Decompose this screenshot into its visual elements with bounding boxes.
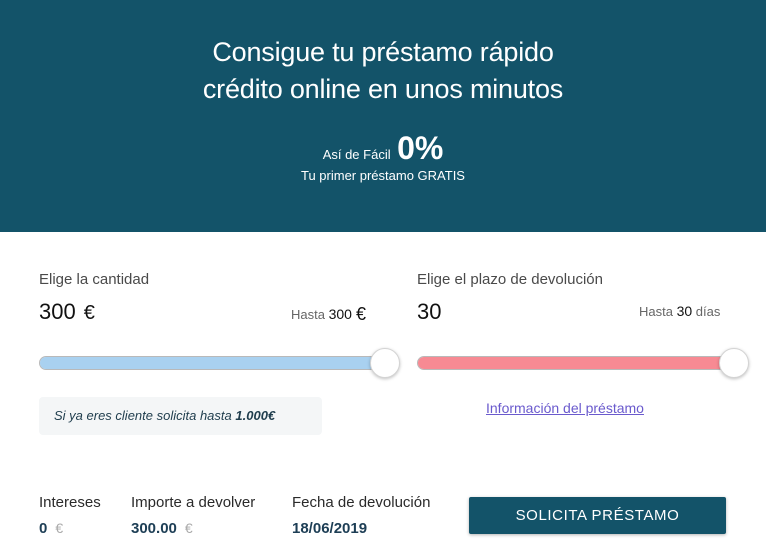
hero-title: Consigue tu préstamo rápido crédito onli… <box>0 34 766 108</box>
amount-number: 300 <box>39 299 76 324</box>
amount-slider-fill <box>40 357 389 369</box>
hint-text: Si ya eres cliente solicita hasta <box>54 408 232 423</box>
hero-title-line1: Consigue tu préstamo rápido <box>212 37 554 67</box>
amount-value: 300 € <box>39 299 95 325</box>
promo-line: Así de Fácil 0% <box>0 130 766 166</box>
interest-currency: € <box>55 520 64 536</box>
term-slider[interactable] <box>417 356 738 370</box>
interest-value: 0 € <box>39 520 63 537</box>
repay-label: Importe a devolver <box>131 494 256 511</box>
repayment-date-value: 18/06/2019 <box>292 520 368 537</box>
amount-limit-value: 300 <box>328 306 352 322</box>
repay-number: 300.00 <box>131 520 177 537</box>
existing-client-hint: Si ya eres cliente solicita hasta 1.000€ <box>39 397 322 435</box>
term-limit-prefix: Hasta <box>639 304 673 319</box>
amount-limit-prefix: Hasta <box>291 307 325 322</box>
amount-limit: Hasta 300 € <box>291 303 366 324</box>
repayment-date-label: Fecha de devolución <box>292 494 431 511</box>
promo-prefix: Así de Fácil <box>322 147 391 162</box>
repay-value: 300.00 € <box>131 520 193 537</box>
term-value: 30 <box>417 299 442 324</box>
repay-currency: € <box>184 520 193 536</box>
term-limit-unit: días <box>695 304 721 319</box>
amount-slider-handle[interactable] <box>370 348 400 378</box>
hero-title-line2: crédito online en unos minutos <box>202 74 564 104</box>
amount-limit-currency: € <box>355 304 366 324</box>
loan-info-link[interactable]: Información del préstamo <box>486 400 644 416</box>
request-loan-button[interactable]: SOLICITA PRÉSTAMO <box>469 497 726 534</box>
promo-subtitle: Tu primer préstamo GRATIS <box>301 168 465 183</box>
promo-value: 0% <box>397 130 444 166</box>
interest-label: Intereses <box>39 494 101 511</box>
amount-label: Elige la cantidad <box>39 271 150 288</box>
term-limit: Hasta 30 días <box>639 303 720 319</box>
term-slider-handle[interactable] <box>719 348 749 378</box>
term-limit-value: 30 <box>676 303 693 319</box>
amount-currency: € <box>83 302 95 324</box>
term-label: Elige el plazo de devolución <box>417 271 603 288</box>
hero-banner: Consigue tu préstamo rápido crédito onli… <box>0 0 766 232</box>
amount-slider[interactable] <box>39 356 389 370</box>
term-slider-fill <box>418 357 738 369</box>
hint-amount: 1.000€ <box>235 408 276 423</box>
interest-number: 0 <box>39 520 48 537</box>
